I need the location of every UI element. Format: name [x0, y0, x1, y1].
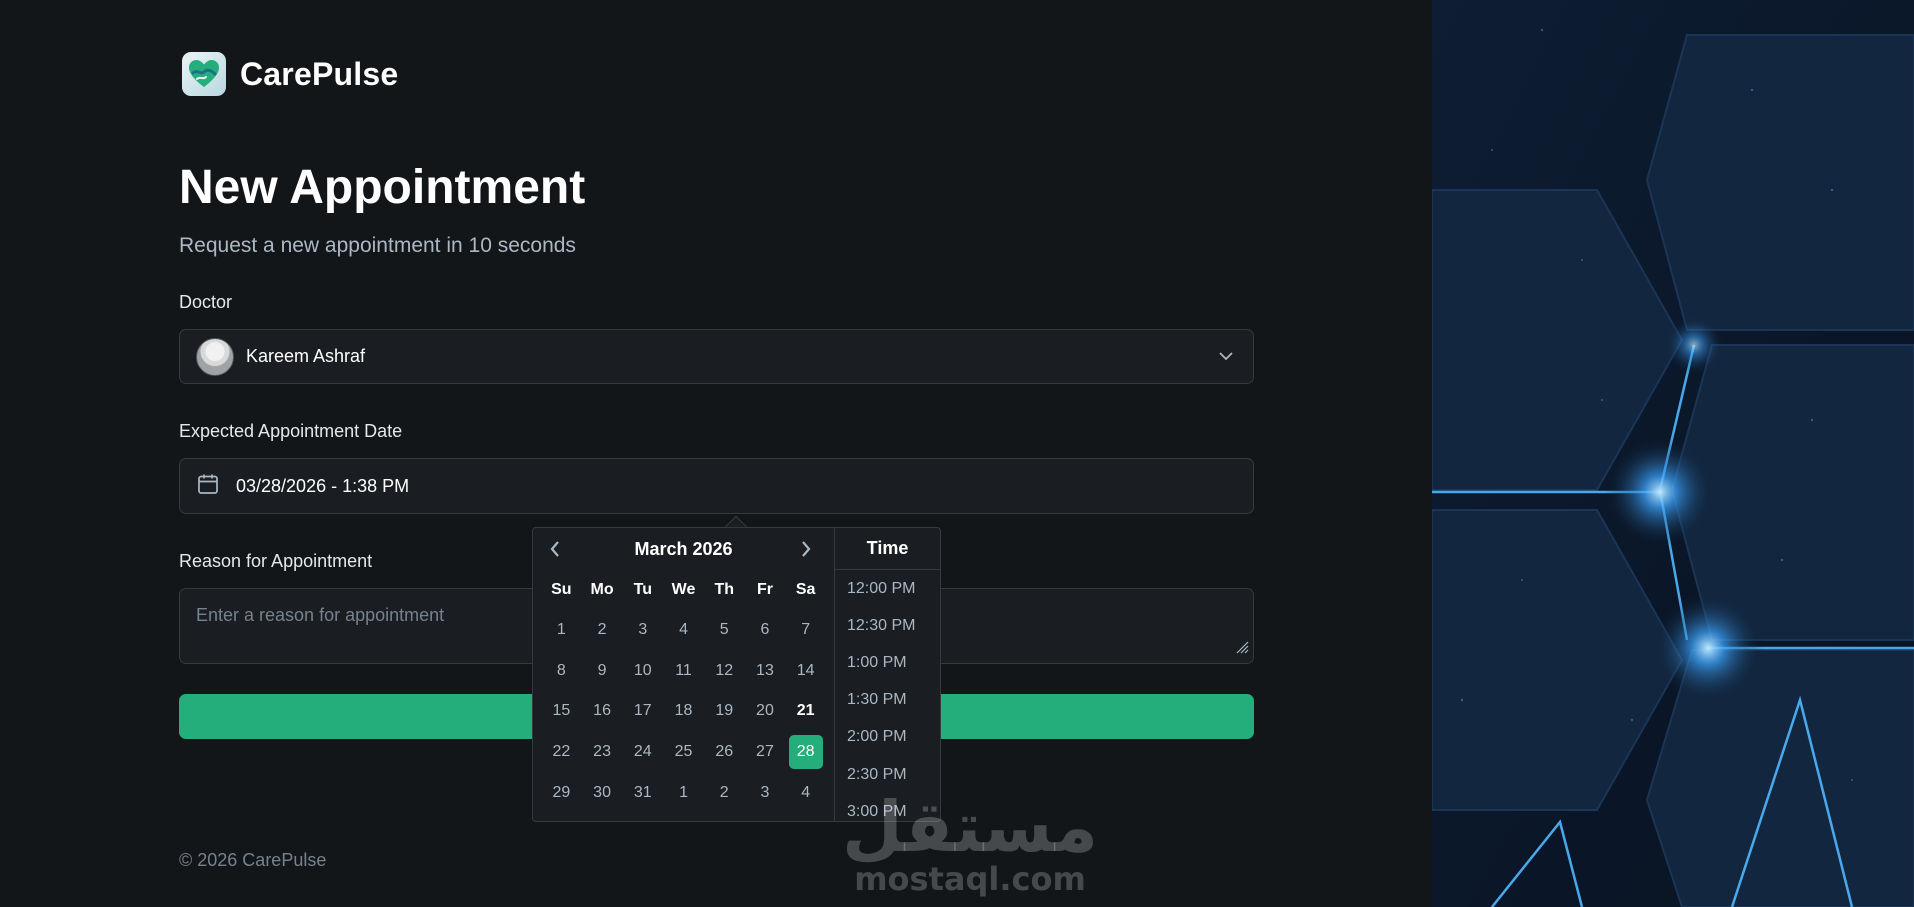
time-list: 12:00 PM 12:30 PM 1:00 PM 1:30 PM 2:00 PM 2:3… [835, 570, 940, 821]
hero-image [1432, 0, 1914, 907]
datepicker-popup: March 2026 Su Mo Tu We Th Fr Sa 12345678… [532, 527, 941, 822]
time-option[interactable]: 12:30 PM [847, 607, 940, 644]
calendar-day[interactable]: 4 [785, 776, 826, 810]
calendar-day[interactable]: 8 [541, 654, 582, 688]
calendar-week: 1234567 [541, 610, 826, 651]
date-input[interactable]: 03/28/2026 - 1:38 PM [179, 458, 1254, 514]
watermark: مستقل mostaql.com [842, 786, 1099, 898]
calendar-day[interactable]: 16 [582, 694, 623, 728]
calendar-day[interactable]: 29 [541, 776, 582, 810]
weekday-label: Th [714, 581, 734, 598]
calendar-day[interactable]: 30 [582, 776, 623, 810]
time-column: Time 12:00 PM 12:30 PM 1:00 PM 1:30 PM 2:00 … [835, 528, 940, 821]
date-value: 03/28/2026 - 1:38 PM [236, 475, 410, 496]
chevron-right-icon[interactable] [794, 537, 818, 561]
weekday-label: Tu [633, 581, 652, 598]
watermark-latin: mostaql.com [854, 860, 1086, 898]
weekday-label: Sa [795, 581, 816, 598]
weekday-row: Su Mo Tu We Th Fr Sa [533, 570, 834, 610]
calendar-day[interactable]: 4 [663, 613, 704, 647]
calendar-day[interactable]: 26 [704, 735, 745, 769]
calendar-day[interactable]: 18 [663, 694, 704, 728]
reason-placeholder: Enter a reason for appointment [196, 605, 445, 625]
calendar-day[interactable]: 13 [745, 654, 786, 688]
doctor-select[interactable]: Kareem Ashraf [179, 329, 1254, 384]
calendar-day[interactable]: 10 [622, 654, 663, 688]
calendar-day[interactable]: 2 [704, 776, 745, 810]
calendar-day[interactable]: 3 [745, 776, 786, 810]
calendar-day[interactable]: 7 [785, 613, 826, 647]
weekday-label: We [671, 581, 696, 598]
calendar-day[interactable]: 15 [541, 694, 582, 728]
weekday-label: Su [551, 581, 572, 598]
doctor-label: Doctor [179, 292, 233, 312]
brand-name: CarePulse [240, 55, 399, 92]
time-option[interactable]: 1:00 PM [847, 644, 940, 681]
calendar-day[interactable]: 17 [622, 694, 663, 728]
calendar-day[interactable]: 25 [663, 735, 704, 769]
doctor-name: Kareem Ashraf [246, 346, 366, 366]
calendar-day[interactable]: 21 [785, 694, 826, 728]
calendar: March 2026 Su Mo Tu We Th Fr Sa 12345678… [533, 528, 835, 821]
calendar-day[interactable]: 27 [745, 735, 786, 769]
calendar-day[interactable]: 2 [582, 613, 623, 647]
calendar-day[interactable]: 24 [622, 735, 663, 769]
calendar-grid: 1 2 3 4 5 6 7 8 9 10 11 12 13 14 15 16 17 18 19 20 21 22 23 24 2… [533, 610, 834, 813]
calendar-day[interactable]: 12 [704, 654, 745, 688]
calendar-header: March 2026 [533, 528, 834, 570]
calendar-icon [196, 472, 220, 501]
brand: CarePulse [182, 52, 398, 96]
time-header: Time [835, 528, 940, 570]
calendar-week: 22 23 24 25 26 27 28 [541, 732, 826, 773]
calendar-day[interactable]: 23 [582, 735, 623, 769]
calendar-day[interactable]: 31 [622, 776, 663, 810]
reason-label: Reason for Appointment [179, 551, 373, 571]
chevron-left-icon[interactable] [543, 537, 567, 561]
calendar-day[interactable]: 11 [663, 654, 704, 688]
calendar-day-selected[interactable]: 28 [788, 735, 823, 770]
time-option[interactable]: 2:00 PM [847, 719, 940, 756]
calendar-day[interactable]: 14 [785, 654, 826, 688]
page-title: New Appointment [179, 161, 586, 214]
time-option[interactable]: 1:30 PM [847, 682, 940, 719]
calendar-day[interactable]: 3 [622, 613, 663, 647]
weekday-label: Mo [590, 581, 614, 598]
watermark-arabic: مستقل [842, 786, 1099, 868]
calendar-day[interactable]: 19 [704, 694, 745, 728]
weekday-label: Fr [756, 581, 773, 598]
page-subtitle: Request a new appointment in 10 seconds [179, 234, 576, 257]
avatar [196, 337, 234, 376]
chevron-down-icon [1215, 346, 1237, 368]
calendar-day[interactable]: 9 [582, 654, 623, 688]
copyright: © 2026 CarePulse [179, 850, 327, 870]
date-label: Expected Appointment Date [179, 421, 403, 441]
resize-handle-icon[interactable] [1235, 640, 1249, 659]
calendar-week: 8 9 10 11 12 13 14 [541, 651, 826, 692]
month-label: March 2026 [634, 538, 733, 559]
heart-hands-icon [182, 52, 226, 96]
calendar-week: 15 16 17 18 19 20 21 [541, 691, 826, 732]
calendar-day[interactable]: 5 [704, 613, 745, 647]
calendar-day[interactable]: 20 [745, 694, 786, 728]
calendar-day[interactable]: 1 [663, 776, 704, 810]
calendar-day[interactable]: 6 [745, 613, 786, 647]
calendar-day[interactable]: 1 [541, 613, 582, 647]
time-option[interactable]: 12:00 PM [847, 570, 940, 607]
calendar-week: 29 30 31 1 2 3 4 [541, 772, 826, 813]
calendar-day[interactable]: 22 [541, 735, 582, 769]
